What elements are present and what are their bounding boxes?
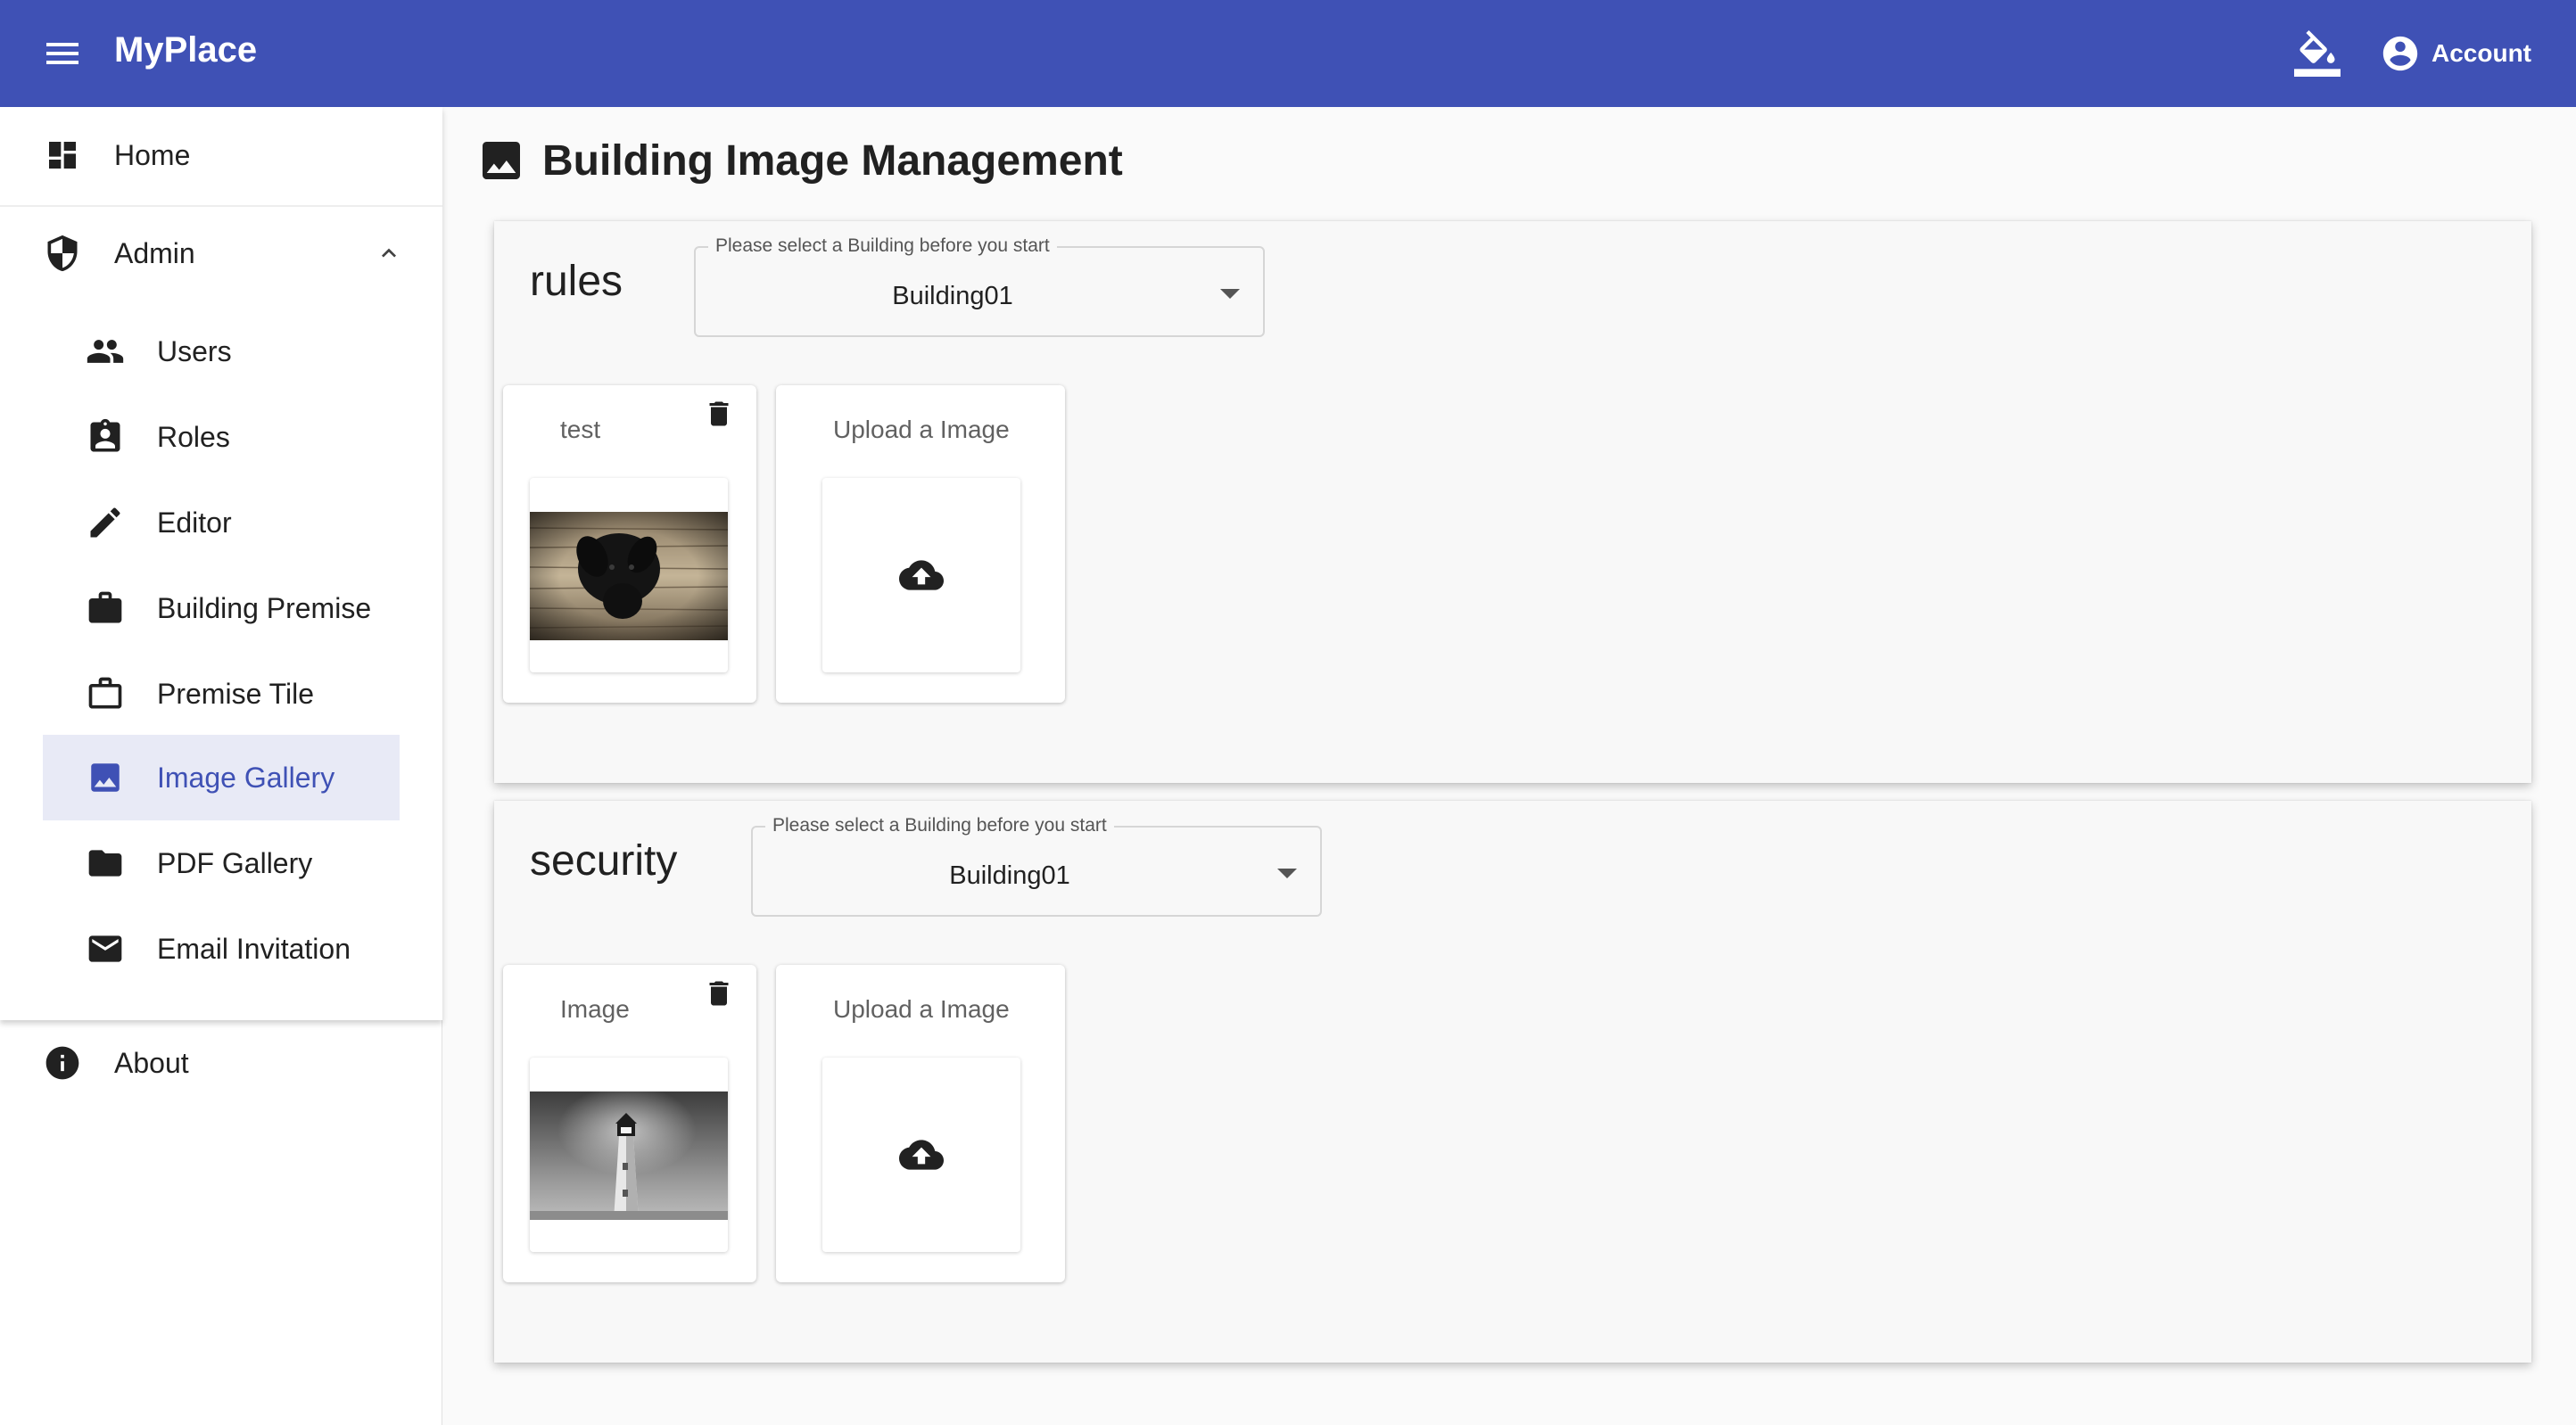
delete-button[interactable] (701, 392, 737, 435)
sidebar-item-admin[interactable]: Admin (43, 227, 409, 280)
dog-image (530, 512, 728, 640)
sidebar-item-label: Building Premise (157, 591, 372, 624)
mail-icon (86, 929, 125, 968)
cloud-upload-icon (899, 560, 944, 590)
section-title: rules (530, 258, 623, 305)
menu-button[interactable] (39, 32, 86, 75)
shield-icon (43, 234, 82, 273)
sidebar-item-users[interactable]: Users (86, 325, 232, 378)
building-select[interactable]: Please select a Building before you star… (751, 815, 1322, 917)
dropdown-arrow-icon (1220, 289, 1240, 299)
sidebar-item-image-gallery[interactable]: Image Gallery (86, 751, 334, 804)
image-thumbnail-frame[interactable] (530, 1058, 728, 1252)
app-bar: MyPlace Account (0, 0, 2576, 107)
account-circle-icon (2382, 36, 2418, 71)
select-value: Building01 (949, 861, 1070, 890)
sidebar-item-email-invitation[interactable]: Email Invitation (86, 922, 351, 976)
sidebar-item-label: Home (114, 138, 191, 171)
select-label: Please select a Building before you star… (708, 235, 1057, 257)
image-icon (86, 758, 125, 797)
image-card: Image (503, 965, 756, 1282)
trash-icon (709, 401, 729, 426)
image-icon (476, 136, 526, 185)
sidebar-item-editor[interactable]: Editor (86, 496, 232, 549)
page-title: Building Image Management (476, 136, 1123, 185)
sidebar-item-label: Roles (157, 420, 230, 453)
image-card-title: test (560, 416, 601, 443)
chevron-up-icon[interactable] (375, 239, 403, 275)
lighthouse-image (530, 1091, 728, 1220)
dashboard-icon (43, 136, 82, 175)
image-card-title: Image (560, 995, 630, 1023)
upload-card-title: Upload a Image (833, 416, 1010, 443)
sidebar-item-premise-tile[interactable]: Premise Tile (86, 667, 314, 721)
sidebar-item-roles[interactable]: Roles (86, 410, 230, 464)
page-title-text: Building Image Management (542, 136, 1123, 185)
sidebar-item-label: Image Gallery (157, 761, 335, 794)
app-title[interactable]: MyPlace (114, 25, 257, 75)
people-icon (86, 332, 125, 371)
sidebar-item-building-premise[interactable]: Building Premise (86, 581, 371, 635)
dropdown-arrow-icon (1277, 869, 1297, 878)
sidebar: Home Admin Users Roles Editor Building P… (0, 107, 442, 1425)
sidebar-item-pdf-gallery[interactable]: PDF Gallery (86, 836, 312, 890)
sidebar-item-label: Editor (157, 506, 232, 539)
format-color-fill-icon (2294, 30, 2341, 77)
menu-icon (46, 43, 78, 64)
sidebar-item-label: Email Invitation (157, 932, 351, 965)
upload-dropzone[interactable] (822, 478, 1020, 672)
select-value: Building01 (892, 282, 1013, 310)
briefcase-outline-icon (86, 674, 125, 713)
sidebar-item-home[interactable]: Home (43, 128, 190, 182)
upload-card[interactable]: Upload a Image (776, 965, 1065, 1282)
account-button[interactable]: Account (2380, 27, 2531, 80)
gallery-section-rules: rules Please select a Building before yo… (494, 221, 2531, 783)
building-select[interactable]: Please select a Building before you star… (694, 235, 1265, 337)
image-card: test (503, 385, 756, 703)
sidebar-item-label: PDF Gallery (157, 846, 313, 879)
upload-dropzone[interactable] (822, 1058, 1020, 1252)
briefcase-icon (86, 589, 125, 628)
upload-card-title: Upload a Image (833, 995, 1010, 1023)
delete-button[interactable] (701, 972, 737, 1015)
divider (0, 205, 442, 207)
image-thumbnail-frame[interactable] (530, 478, 728, 672)
trash-icon (709, 981, 729, 1006)
theme-button[interactable] (2291, 27, 2344, 80)
sidebar-item-label: About (114, 1046, 189, 1079)
drawer-panel: Home Admin Users Roles Editor Building P… (0, 107, 442, 1020)
select-label: Please select a Building before you star… (765, 815, 1114, 836)
upload-card[interactable]: Upload a Image (776, 385, 1065, 703)
cloud-upload-icon (899, 1140, 944, 1170)
sidebar-item-about[interactable]: About (43, 1036, 189, 1090)
pencil-icon (86, 503, 125, 542)
sidebar-item-label: Premise Tile (157, 677, 315, 710)
sidebar-item-label: Admin (114, 236, 195, 269)
assignment-ind-icon (86, 417, 125, 457)
sidebar-item-label: Users (157, 334, 232, 367)
gallery-section-security: security Please select a Building before… (494, 801, 2531, 1363)
folder-icon (86, 844, 125, 883)
account-label: Account (2432, 39, 2531, 67)
section-title: security (530, 837, 678, 885)
info-icon (43, 1043, 82, 1083)
